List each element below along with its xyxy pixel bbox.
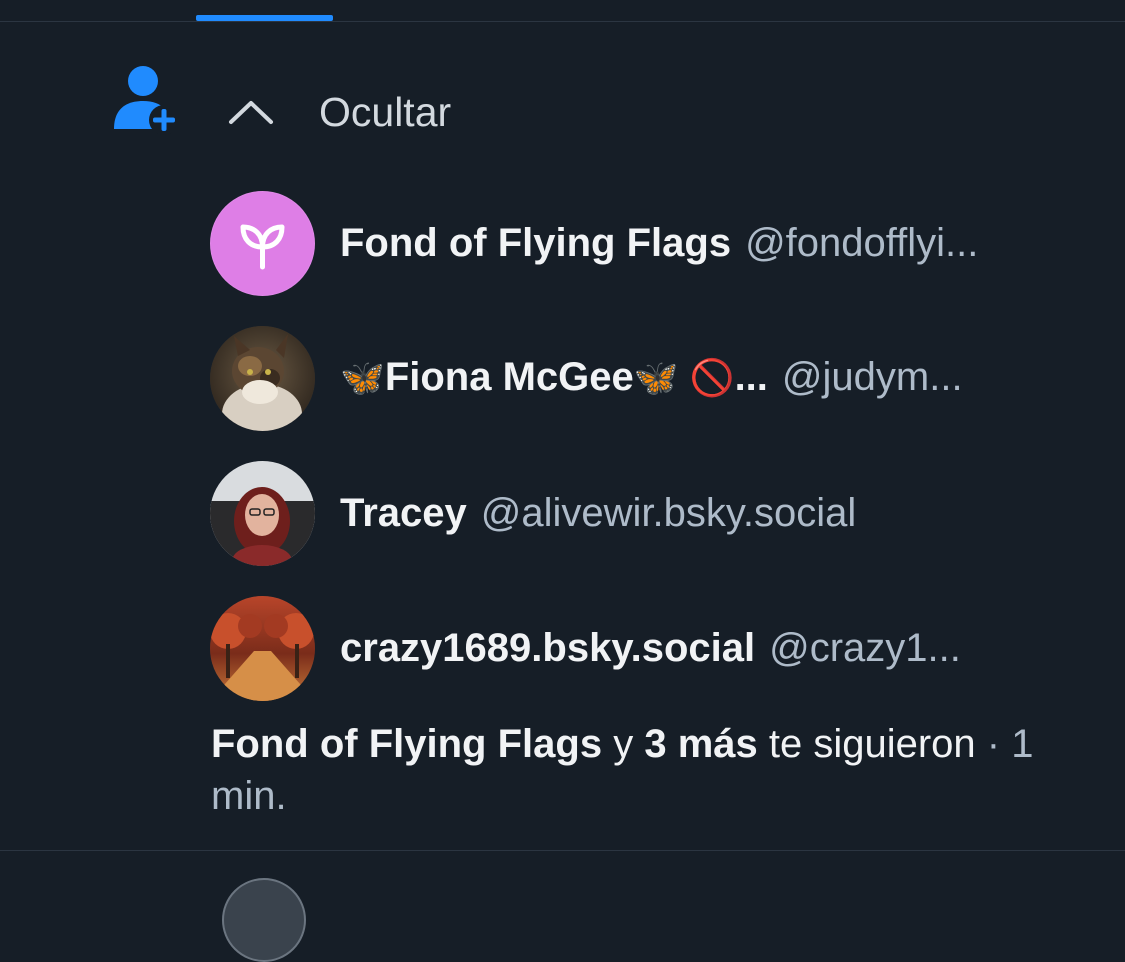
summary-separator: ·	[986, 722, 1001, 766]
butterfly-emoji: 🦋	[633, 358, 679, 399]
hide-label[interactable]: Ocultar	[319, 88, 451, 136]
follower-name-text: Fiona McGee	[384, 355, 634, 399]
top-divider	[0, 21, 1125, 22]
prohibited-emoji: 🚫	[689, 358, 735, 399]
follower-row[interactable]: Fond of Flying Flags @fondofflyi...	[210, 190, 1090, 296]
follower-name: Fond of Flying Flags	[340, 221, 732, 265]
follower-handle: @fondofflyi...	[745, 221, 979, 265]
woman-photo	[210, 460, 315, 566]
follower-text: crazy1689.bsky.social @crazy1...	[340, 623, 961, 673]
avatar[interactable]	[210, 460, 315, 566]
seedling-icon	[240, 224, 285, 269]
avatar[interactable]	[210, 595, 315, 701]
follower-text: Fond of Flying Flags @fondofflyi...	[340, 218, 978, 268]
next-notification-avatar[interactable]	[222, 878, 306, 962]
follower-row[interactable]: Tracey @alivewir.bsky.social	[210, 460, 1090, 566]
follower-text: Tracey @alivewir.bsky.social	[340, 488, 856, 538]
summary-connector: y	[613, 722, 634, 766]
follower-handle: @alivewir.bsky.social	[480, 491, 857, 535]
follower-name: 🦋Fiona McGee🦋 🚫...	[340, 355, 768, 399]
follower-name: Tracey	[340, 491, 467, 535]
autumn-path-photo	[210, 595, 315, 701]
follower-row[interactable]: crazy1689.bsky.social @crazy1...	[210, 595, 1090, 701]
collapse-button[interactable]	[222, 92, 280, 132]
butterfly-emoji: 🦋	[340, 358, 385, 399]
bottom-divider	[0, 850, 1125, 851]
chevron-up-icon	[229, 101, 273, 124]
name-ellipsis: ...	[734, 355, 768, 399]
person-add-icon	[112, 63, 182, 135]
follower-text: 🦋Fiona McGee🦋 🚫... @judym...	[340, 352, 963, 404]
follower-row[interactable]: 🦋Fiona McGee🦋 🚫... @judym...	[210, 325, 1090, 431]
cat-photo	[210, 325, 315, 431]
active-tab-indicator	[196, 15, 333, 21]
avatar[interactable]	[210, 325, 315, 431]
avatar[interactable]	[210, 190, 315, 296]
summary-others: 3 más	[644, 722, 758, 766]
follower-handle: @crazy1...	[769, 626, 961, 670]
summary-action: te siguieron	[768, 722, 976, 766]
summary-lead-name: Fond of Flying Flags	[211, 722, 603, 766]
follower-handle: @judym...	[781, 355, 963, 399]
notification-summary[interactable]: Fond of Flying Flags y 3 más te siguiero…	[211, 718, 1071, 822]
follower-name: crazy1689.bsky.social	[340, 626, 756, 670]
